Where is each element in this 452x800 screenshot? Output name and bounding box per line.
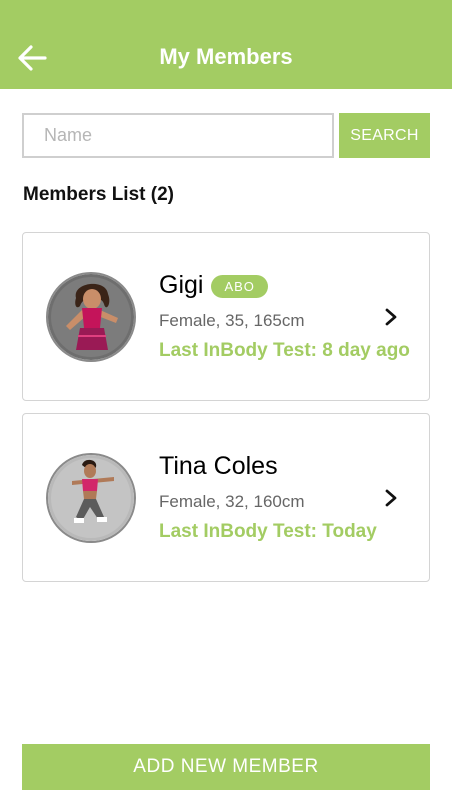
members-list-title: Members List (2)	[23, 184, 174, 205]
app-header: My Members	[0, 0, 452, 89]
member-card-gigi[interactable]: Gigi ABO Female, 35, 165cm Last InBody T…	[22, 232, 430, 401]
page-title: My Members	[159, 44, 293, 69]
chevron-right-icon	[385, 308, 397, 326]
member-name-row: Tina Coles	[159, 452, 278, 481]
name-search-input[interactable]	[22, 113, 334, 158]
member-name-row: Gigi ABO	[159, 271, 268, 300]
member-last-test: Last InBody Test: 8 day ago	[159, 340, 410, 361]
member-name: Tina Coles	[159, 452, 278, 480]
member-avatar	[46, 272, 136, 362]
member-last-test: Last InBody Test: Today	[159, 521, 377, 542]
member-avatar	[46, 453, 136, 543]
member-details: Female, 35, 165cm	[159, 311, 305, 330]
member-badge: ABO	[211, 275, 268, 298]
search-button[interactable]: SEARCH	[339, 113, 430, 158]
member-details: Female, 32, 160cm	[159, 492, 305, 511]
add-new-member-button[interactable]: ADD NEW MEMBER	[22, 744, 430, 790]
chevron-right-icon	[385, 489, 397, 507]
member-name: Gigi	[159, 271, 204, 299]
member-card-tina-coles[interactable]: Tina Coles Female, 32, 160cm Last InBody…	[22, 413, 430, 582]
